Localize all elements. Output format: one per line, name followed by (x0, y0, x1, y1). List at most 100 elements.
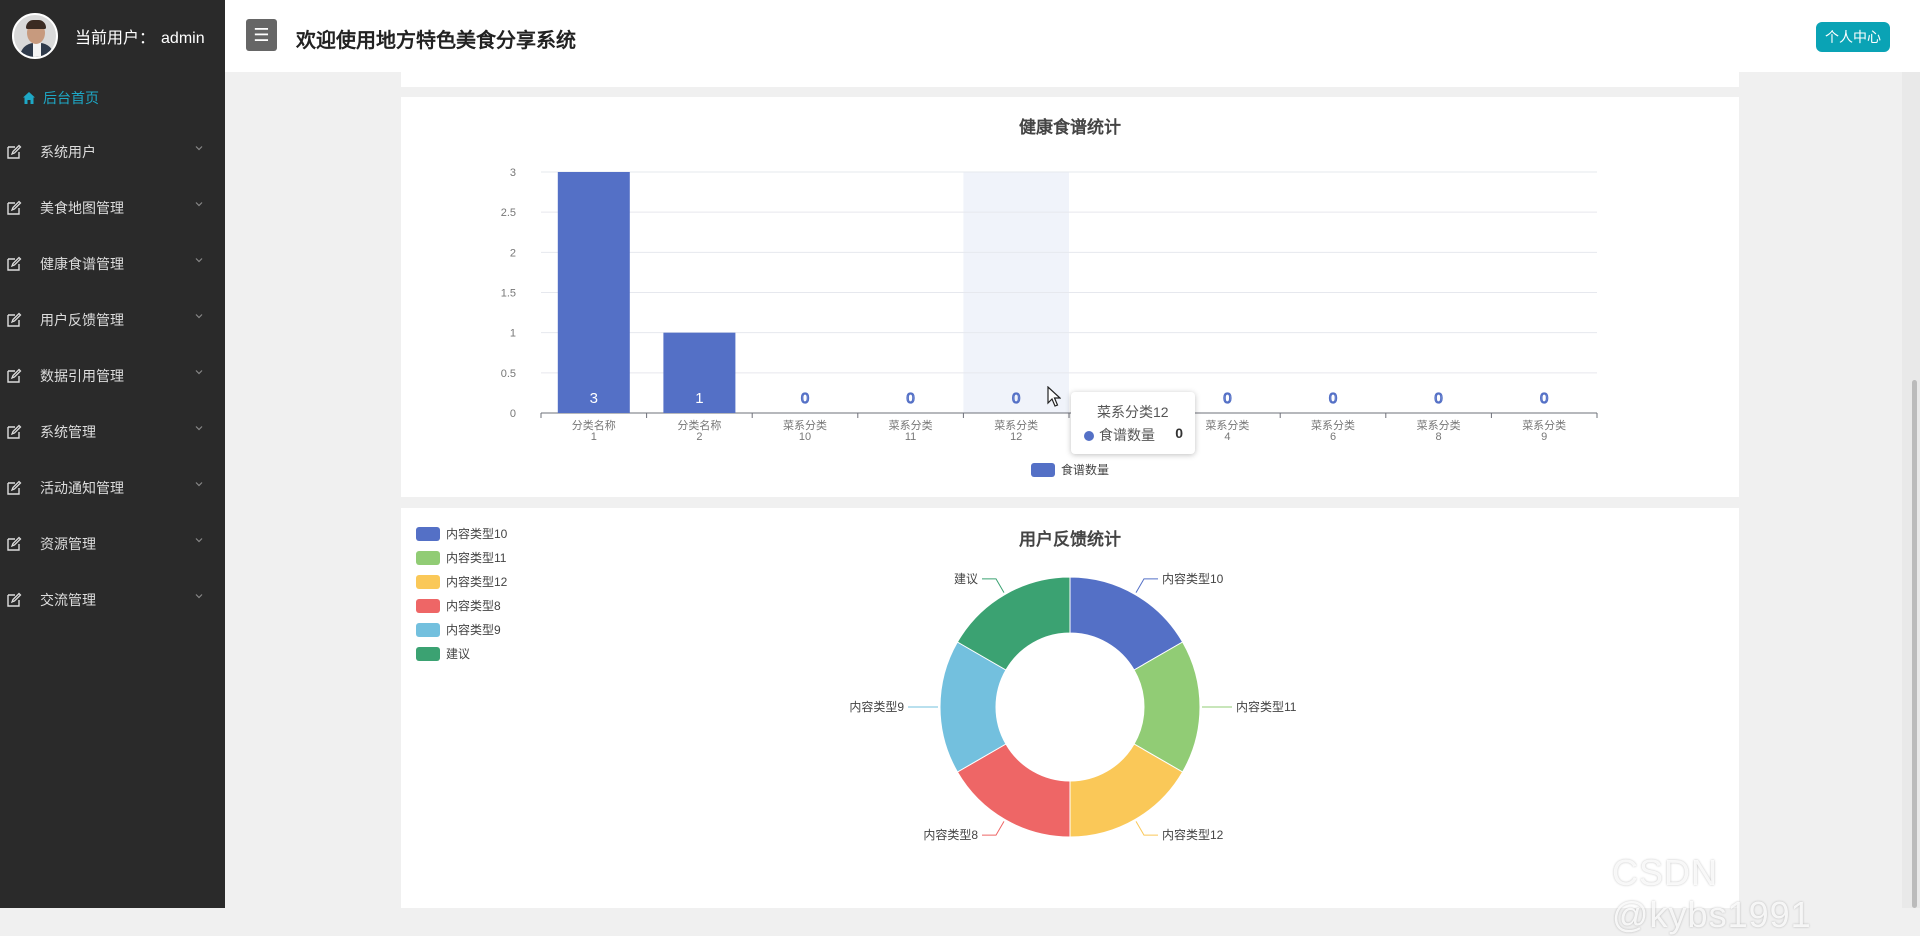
sidebar-item-label: 健康食谱管理 (40, 256, 124, 272)
x-tick-label: 4 (1224, 431, 1230, 443)
pie-leader-line (982, 821, 1005, 836)
edit-icon (7, 200, 22, 215)
sidebar-item-home[interactable]: 后台首页 (0, 72, 225, 124)
sidebar-item[interactable]: 美食地图管理 (0, 180, 225, 236)
sidebar-item[interactable]: 用户反馈管理 (0, 292, 225, 348)
pie-slice-label: 内容类型8 (923, 827, 978, 842)
legend-label: 内容类型8 (446, 598, 501, 613)
y-tick-label: 0 (510, 408, 516, 420)
x-tick-label: 菜系分类 (1522, 418, 1566, 432)
edit-icon (7, 536, 22, 551)
y-tick-label: 1 (510, 328, 516, 340)
chevron-down-icon (195, 370, 203, 375)
sidebar-item-label: 系统管理 (40, 424, 96, 440)
pie-slice-label: 内容类型9 (849, 699, 904, 714)
edit-icon (7, 256, 22, 271)
chevron-down-icon (195, 482, 203, 487)
bar-value-label: 0 (1012, 390, 1020, 407)
legend-swatch (1031, 463, 1055, 477)
chevron-down-icon (195, 594, 203, 599)
tooltip-series-name: 食谱数量 (1099, 427, 1155, 443)
y-tick-label: 1.5 (501, 288, 516, 300)
scrollbar-thumb[interactable] (1912, 380, 1917, 908)
tooltip-series-dot (1084, 431, 1094, 441)
legend-swatch (416, 623, 440, 637)
bar-value-label: 0 (801, 390, 809, 407)
x-tick-label: 分类名称 (572, 418, 616, 432)
sidebar-item[interactable]: 资源管理 (0, 516, 225, 572)
edit-icon (7, 592, 22, 607)
legend-swatch (416, 599, 440, 613)
x-tick-label: 11 (905, 431, 916, 443)
recipe-bar-chart: 00.511.522.533分类名称11分类名称20菜系分类100菜系分类110… (501, 167, 1598, 477)
sidebar-menu: 系统用户美食地图管理 健康食谱管理 用户反馈管理 数据引用管理 系统管理活动通知管理资源… (0, 124, 225, 628)
sidebar-item[interactable]: 数据引用管理 (0, 348, 225, 404)
pie-leader-line (1135, 821, 1158, 836)
scroll-track (1902, 72, 1920, 908)
sidebar-item[interactable]: 活动通知管理 (0, 460, 225, 516)
sidebar-item[interactable]: 健康食谱管理 (0, 236, 225, 292)
legend-label: 内容类型12 (446, 574, 508, 589)
sidebar-item-label: 活动通知管理 (40, 480, 124, 496)
bar-value-label: 0 (1434, 390, 1442, 407)
chart-tooltip: 菜系分类12 食谱数量 0 (1071, 392, 1195, 454)
legend-item: 内容类型11 (416, 550, 507, 565)
pie-slice-label: 内容类型10 (1162, 571, 1224, 586)
chevron-down-icon (195, 146, 203, 151)
x-tick-label: 6 (1330, 431, 1336, 443)
sidebar-item-label: 数据引用管理 (40, 368, 124, 384)
tooltip-title: 菜系分类12 (1097, 404, 1169, 420)
hamburger-icon: ☰ (253, 24, 270, 45)
tooltip-value: 0 (1175, 425, 1183, 441)
personal-center-button[interactable]: 个人中心 (1816, 22, 1890, 52)
x-tick-label: 8 (1436, 431, 1442, 443)
edit-icon (7, 424, 22, 439)
chevron-down-icon (195, 538, 203, 543)
recipe-chart-card: 健康食谱统计 0 0.5 1 1.5 2 2.5 3 3 分类名称 1 1 分类名称 2 0 菜系分类 10 0… (401, 97, 1739, 497)
feedback-chart-card: 用户反馈统计 内容类型10 内容类型11 内容类型12 内容类型8 内容类型9 建议 内容类… (401, 508, 1739, 908)
legend-swatch (416, 551, 440, 565)
x-tick-label: 菜系分类 (1417, 418, 1461, 432)
sidebar-item[interactable]: 系统用户 (0, 124, 225, 180)
x-tick-label: 9 (1541, 431, 1547, 443)
legend-label: 内容类型10 (446, 526, 508, 541)
legend-swatch (416, 527, 440, 541)
watermark: CSDN @kybs1991 (1612, 852, 1812, 935)
pie-leader-line (982, 578, 1005, 593)
site-title: 欢迎使用地方特色美食分享系统 (296, 30, 576, 52)
legend-label: 食谱数量 (1061, 462, 1109, 477)
x-tick-label: 菜系分类 (783, 418, 827, 432)
y-tick-label: 2 (510, 247, 516, 259)
edit-icon (7, 368, 22, 383)
edit-icon (7, 144, 22, 159)
sidebar-item[interactable]: 系统管理 (0, 404, 225, 460)
sidebar: 当前用户： admin 后台首页 系统用户 美食地图管理 健康食谱管理 用户反馈管理 数据… (0, 0, 225, 908)
sidebar-item-home-label: 后台首页 (43, 90, 99, 106)
chevron-down-icon (195, 426, 203, 431)
edit-icon (7, 480, 22, 495)
sidebar-item-label: 用户反馈管理 (40, 312, 124, 328)
legend-item: 建议 (416, 647, 470, 661)
menu-toggle-button[interactable]: ☰ (246, 19, 277, 51)
edit-icon (7, 312, 22, 327)
bar-value-label: 0 (1223, 390, 1231, 407)
home-icon (23, 92, 35, 104)
legend-item: 内容类型12 (416, 574, 508, 589)
pie-leader-line (1135, 578, 1158, 593)
legend-label: 内容类型11 (446, 550, 507, 565)
x-tick-label: 分类名称 (677, 418, 721, 432)
legend-item: 内容类型10 (416, 526, 508, 541)
sidebar-item-label: 美食地图管理 (40, 200, 124, 216)
y-tick-label: 0.5 (501, 368, 516, 380)
current-user-label: 当前用户： (75, 30, 156, 47)
sidebar-item-label: 交流管理 (40, 592, 96, 608)
chevron-down-icon (195, 314, 203, 319)
x-tick-label: 2 (696, 431, 702, 443)
y-tick-label: 3 (510, 167, 516, 179)
avatar (12, 13, 58, 59)
legend-item: 食谱数量 (1031, 462, 1109, 477)
sidebar-item[interactable]: 交流管理 (0, 572, 225, 628)
legend-item: 内容类型8 (416, 598, 501, 613)
pie-slice-label: 内容类型11 (1236, 699, 1297, 714)
bar (557, 172, 630, 413)
